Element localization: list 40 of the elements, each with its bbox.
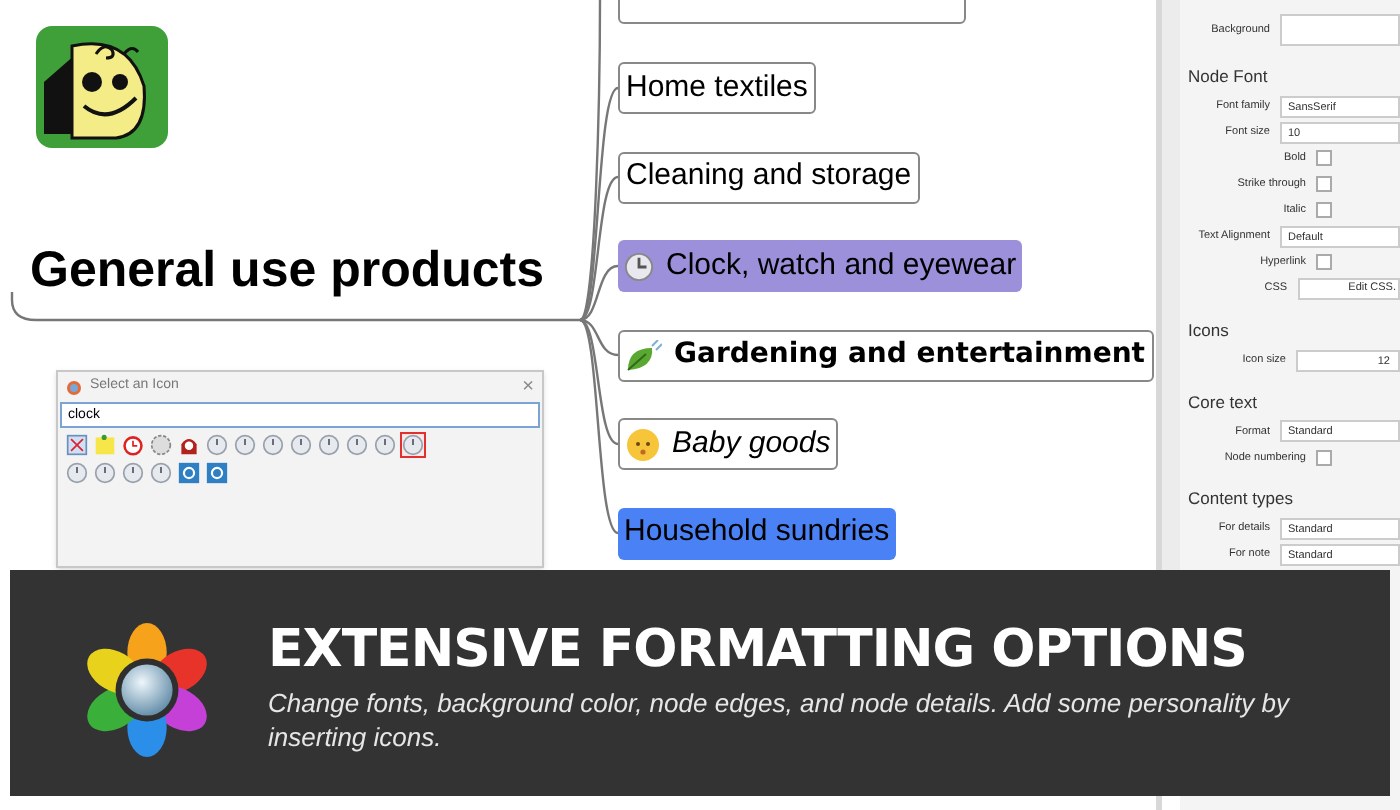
baby-face-icon [626, 427, 660, 461]
app-logo [36, 26, 168, 148]
clock-icon[interactable] [288, 432, 314, 458]
section-heading: Content types [1186, 486, 1295, 512]
checkbox[interactable] [1316, 202, 1332, 219]
section-heading: Node Font [1186, 64, 1270, 90]
leaf-icon [626, 339, 662, 371]
checkbox[interactable] [1316, 150, 1332, 167]
section-heading: Icons [1186, 317, 1231, 343]
clock-icon[interactable] [316, 432, 342, 458]
root-node[interactable]: General use products [30, 234, 545, 309]
section-heading: Core text [1186, 389, 1259, 415]
sync-icon[interactable] [176, 460, 202, 486]
clock-icon[interactable] [372, 432, 398, 458]
clock-icon[interactable] [92, 460, 118, 486]
alarm-clock-icon[interactable] [120, 432, 146, 458]
sticky-note-icon[interactable] [92, 432, 118, 458]
input-field[interactable] [1280, 14, 1400, 46]
mind-map-node[interactable]: Household sundries [618, 507, 896, 559]
clock-icon[interactable] [344, 432, 370, 458]
checkbox[interactable] [1316, 176, 1332, 193]
app-icon [66, 379, 82, 395]
checkbox[interactable] [1316, 449, 1332, 466]
flower-logo-icon [86, 618, 209, 762]
clock-icon[interactable] [120, 460, 146, 486]
clock-icon[interactable] [400, 432, 426, 458]
checkbox[interactable] [1316, 254, 1332, 271]
mind-map-node[interactable]: Baby goods [618, 418, 839, 470]
mind-map-node[interactable]: Home textiles [618, 62, 816, 114]
sync-icon[interactable] [204, 460, 230, 486]
banner-subtitle: Change fonts, background color, node edges, and node details. Add some personality by inserting icons. [268, 686, 1292, 754]
mind-map-node[interactable]: Cleaning and storage [618, 151, 920, 203]
clock-icon[interactable] [232, 432, 258, 458]
clock-icon[interactable] [260, 432, 286, 458]
banner-title: EXTENSIVE FORMATTING OPTIONS [268, 618, 1249, 682]
clock-icon[interactable] [64, 460, 90, 486]
clock-icon [624, 251, 654, 281]
mind-map-node[interactable]: Clock, watch and eyewear [618, 240, 1023, 292]
tile-icon[interactable] [64, 432, 90, 458]
mind-map-node[interactable]: Gardening and entertainment [618, 329, 1153, 381]
